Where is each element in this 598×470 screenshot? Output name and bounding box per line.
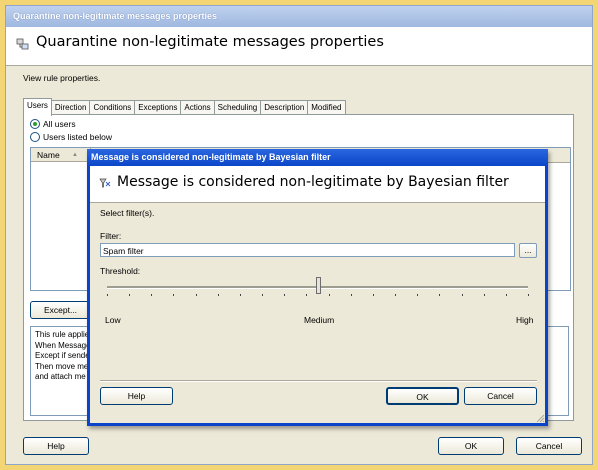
slider-tick [217,294,219,296]
radio-empty-icon [30,132,40,142]
tab-direction[interactable]: Direction [50,100,91,115]
modal-window-title: Message is considered non-legitimate by … [91,152,331,162]
tab-modified[interactable]: Modified [307,100,346,115]
all-users-radio[interactable]: All users [30,119,76,129]
cancel-button[interactable]: Cancel [516,437,582,455]
threshold-slider-thumb[interactable] [315,277,321,294]
tab-exceptions[interactable]: Exceptions [134,100,182,115]
tab-strip: Users Direction Conditions Exceptions Ac… [23,98,346,116]
window-title: Quarantine non-legitimate messages prope… [13,11,218,21]
except-button[interactable]: Except... [30,301,91,319]
ok-button[interactable]: OK [438,437,504,455]
button-separator [100,380,537,382]
bayesian-filter-dialog: Message is considered non-legitimate by … [87,149,548,426]
slider-tick [284,294,286,296]
radio-selected-icon [30,119,40,129]
slider-tick [173,294,175,296]
modal-title-bar[interactable]: Message is considered non-legitimate by … [87,149,548,166]
slider-tick [195,294,197,296]
modal-header: Message is considered non-legitimate by … [90,166,545,203]
column-header-name[interactable]: Name ▲ [31,148,91,162]
modal-cancel-button[interactable]: Cancel [464,387,537,405]
slider-tick [417,294,419,296]
slider-tick [151,294,153,296]
filter-field[interactable]: Spam filter [100,243,515,257]
slider-tick [328,294,330,296]
low-label: Low [105,315,121,325]
tab-conditions[interactable]: Conditions [89,100,136,115]
filter-condition-icon [99,178,111,188]
rule-icon [16,38,29,50]
high-label: High [516,315,534,325]
tab-scheduling[interactable]: Scheduling [213,100,262,115]
slider-tick [505,294,507,296]
slider-tick [372,294,374,296]
modal-help-button[interactable]: Help [100,387,173,405]
window-title-bar[interactable]: Quarantine non-legitimate messages prope… [6,6,592,27]
dialog-subtitle: View rule properties. [23,73,101,83]
dialog-title: Quarantine non-legitimate messages prope… [36,34,384,50]
sort-arrow-icon: ▲ [72,152,78,158]
listed-users-label: Users listed below [43,132,112,142]
resize-grip-icon[interactable] [535,413,545,423]
slider-tick [528,294,529,296]
tab-description[interactable]: Description [260,100,309,115]
medium-label: Medium [304,315,335,325]
help-button[interactable]: Help [23,437,89,455]
filter-label: Filter: [100,231,122,241]
browse-filter-button[interactable]: ... [519,243,537,258]
slider-tick [461,294,463,296]
slider-tick [483,294,485,296]
modal-title: Message is considered non-legitimate by … [117,174,509,190]
slider-tick [262,294,264,296]
slider-tick [129,294,131,296]
tab-actions[interactable]: Actions [180,100,215,115]
select-filters-label: Select filter(s). [100,208,155,218]
slider-tick [395,294,397,296]
modal-ok-button[interactable]: OK [386,387,459,405]
slider-tick [239,294,241,296]
listed-users-radio[interactable]: Users listed below [30,132,112,142]
tab-users[interactable]: Users [23,98,52,116]
slider-tick [107,294,108,296]
all-users-label: All users [43,119,76,129]
slider-tick [439,294,441,296]
slider-tick [306,294,308,296]
slider-tick [350,294,352,296]
dialog-header: Quarantine non-legitimate messages prope… [6,27,592,66]
threshold-label: Threshold: [100,266,141,276]
